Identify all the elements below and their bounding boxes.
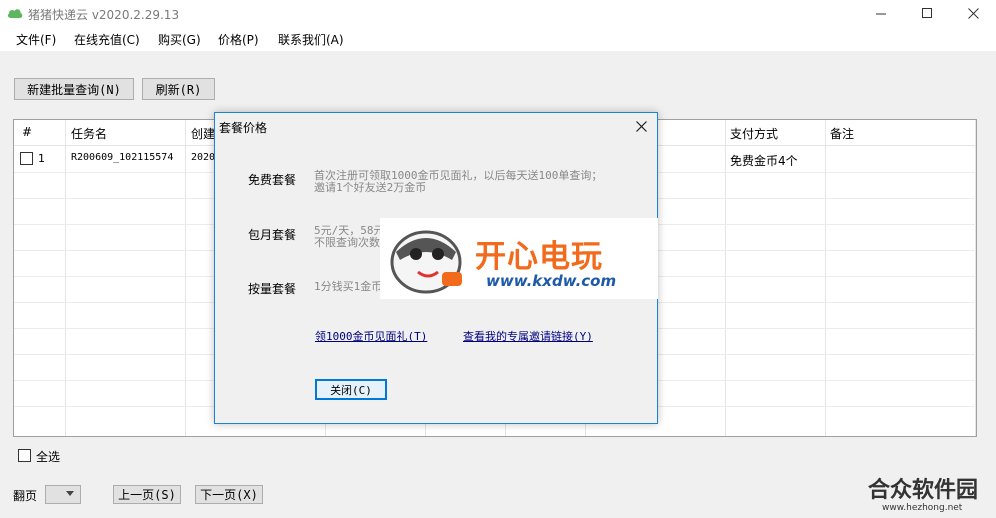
free-package-label: 免费套餐 (248, 173, 297, 187)
invite-link[interactable]: 查看我的专属邀请链接(Y) (463, 328, 593, 344)
menu-recharge[interactable]: 在线充值(C) (74, 31, 140, 48)
row-payment: 免费金币4个 (730, 154, 798, 168)
close-window-button[interactable] (950, 0, 996, 26)
monthly-package-label: 包月套餐 (248, 228, 297, 242)
row-created: 2020 (191, 152, 216, 163)
column-divider (185, 120, 186, 436)
new-batch-query-button[interactable]: 新建批量查询(N) (14, 78, 134, 100)
watermark-brand: 开心电玩 (475, 239, 603, 275)
menu-buy[interactable]: 购买(G) (158, 31, 201, 48)
usage-package-desc-line1: 1分钱买1金币 (314, 280, 383, 293)
chevron-down-icon (66, 491, 74, 496)
dialog-title: 套餐价格 (219, 121, 268, 135)
dialog-close-button[interactable] (631, 116, 651, 136)
menu-contact[interactable]: 联系我们(A) (278, 31, 344, 48)
select-all-checkbox[interactable] (18, 449, 31, 462)
minimize-icon (875, 13, 886, 14)
footer-watermark-brand: 合众软件园 (868, 478, 979, 503)
row-index: 1 (38, 152, 45, 165)
header-task-name[interactable]: 任务名 (71, 125, 107, 142)
header-index[interactable]: # (22, 125, 32, 139)
close-icon (967, 7, 979, 19)
header-note[interactable]: 备注 (830, 125, 854, 142)
page-select[interactable] (45, 485, 81, 504)
maximize-icon (921, 7, 932, 18)
title-bar: 猪猪快递云 v2020.2.29.13 (0, 0, 996, 26)
monthly-package-desc-line2: 不限查询次数 (314, 236, 380, 249)
maximize-button[interactable] (904, 0, 950, 26)
free-package-desc-line2: 邀请1个好友送2万金币 (314, 181, 427, 194)
column-divider (725, 120, 726, 436)
watermark-url: www.kxdw.com (486, 272, 617, 290)
menu-price[interactable]: 价格(P) (218, 31, 259, 48)
page-label: 翻页 (13, 489, 38, 503)
column-divider (975, 120, 976, 436)
prev-page-button[interactable]: 上一页(S) (113, 485, 181, 504)
header-created[interactable]: 创建 (191, 125, 215, 142)
select-all-label[interactable]: 全选 (36, 448, 60, 465)
cloud-icon (7, 9, 23, 18)
header-payment[interactable]: 支付方式 (730, 125, 778, 142)
menu-file[interactable]: 文件(F) (16, 31, 56, 48)
row-task-name: R200609_102115574 (71, 152, 174, 163)
next-page-button[interactable]: 下一页(X) (195, 485, 263, 504)
close-icon (635, 120, 647, 132)
usage-package-label: 按量套餐 (248, 282, 297, 296)
column-divider (825, 120, 826, 436)
minimize-button[interactable] (858, 0, 904, 26)
row-checkbox[interactable] (20, 152, 33, 165)
gift-link[interactable]: 领1000金币见面礼(T) (315, 328, 427, 344)
footer-watermark-url: www.hezhong.net (882, 503, 963, 513)
dialog-close-text-button[interactable]: 关闭(C) (315, 379, 387, 400)
window-title: 猪猪快递云 v2020.2.29.13 (28, 8, 180, 22)
column-divider (65, 120, 66, 436)
menu-bar: 文件(F) 在线充值(C) 购买(G) 价格(P) 联系我们(A) (0, 26, 996, 51)
mascot-logo-icon (390, 230, 462, 294)
refresh-button[interactable]: 刷新(R) (142, 78, 215, 100)
